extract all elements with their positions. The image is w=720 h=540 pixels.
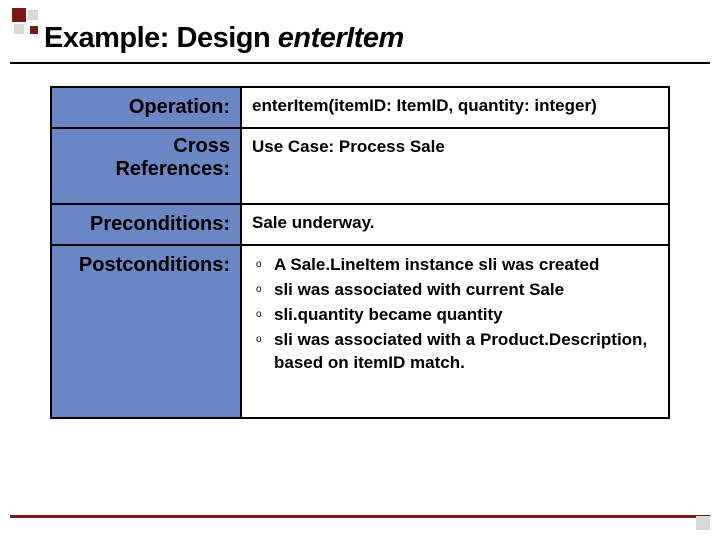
label-preconditions: Preconditions:	[51, 204, 241, 245]
row-operation: Operation: enterItem(itemID: ItemID, qua…	[51, 87, 669, 128]
value-operation: enterItem(itemID: ItemID, quantity: inte…	[241, 87, 669, 128]
slide-title: Example: Design enterItem	[44, 22, 404, 55]
title-underline	[10, 62, 710, 64]
label-operation: Operation:	[51, 87, 241, 128]
value-preconditions: Sale underway.	[241, 204, 669, 245]
list-item: sli was associated with a Product.Descri…	[256, 329, 658, 375]
row-postconditions: Postconditions: A Sale.LineItem instance…	[51, 245, 669, 418]
postconditions-list: A Sale.LineItem instance sli was created…	[252, 254, 658, 375]
title-prefix: Example: Design	[44, 22, 278, 54]
footer-rule	[10, 515, 710, 518]
row-preconditions: Preconditions: Sale underway.	[51, 204, 669, 245]
row-cross-references: CrossReferences: Use Case: Process Sale	[51, 128, 669, 204]
value-cross-references: Use Case: Process Sale	[241, 128, 669, 204]
footer-box-icon	[696, 516, 710, 530]
list-item: sli.quantity became quantity	[256, 304, 658, 327]
list-item: A Sale.LineItem instance sli was created	[256, 254, 658, 277]
contract-table: Operation: enterItem(itemID: ItemID, qua…	[50, 86, 670, 419]
title-italic: enterItem	[278, 22, 404, 54]
label-cross-references: CrossReferences:	[51, 128, 241, 204]
label-postconditions: Postconditions:	[51, 245, 241, 418]
list-item: sli was associated with current Sale	[256, 279, 658, 302]
value-postconditions: A Sale.LineItem instance sli was created…	[241, 245, 669, 418]
slide-logo	[12, 8, 40, 36]
